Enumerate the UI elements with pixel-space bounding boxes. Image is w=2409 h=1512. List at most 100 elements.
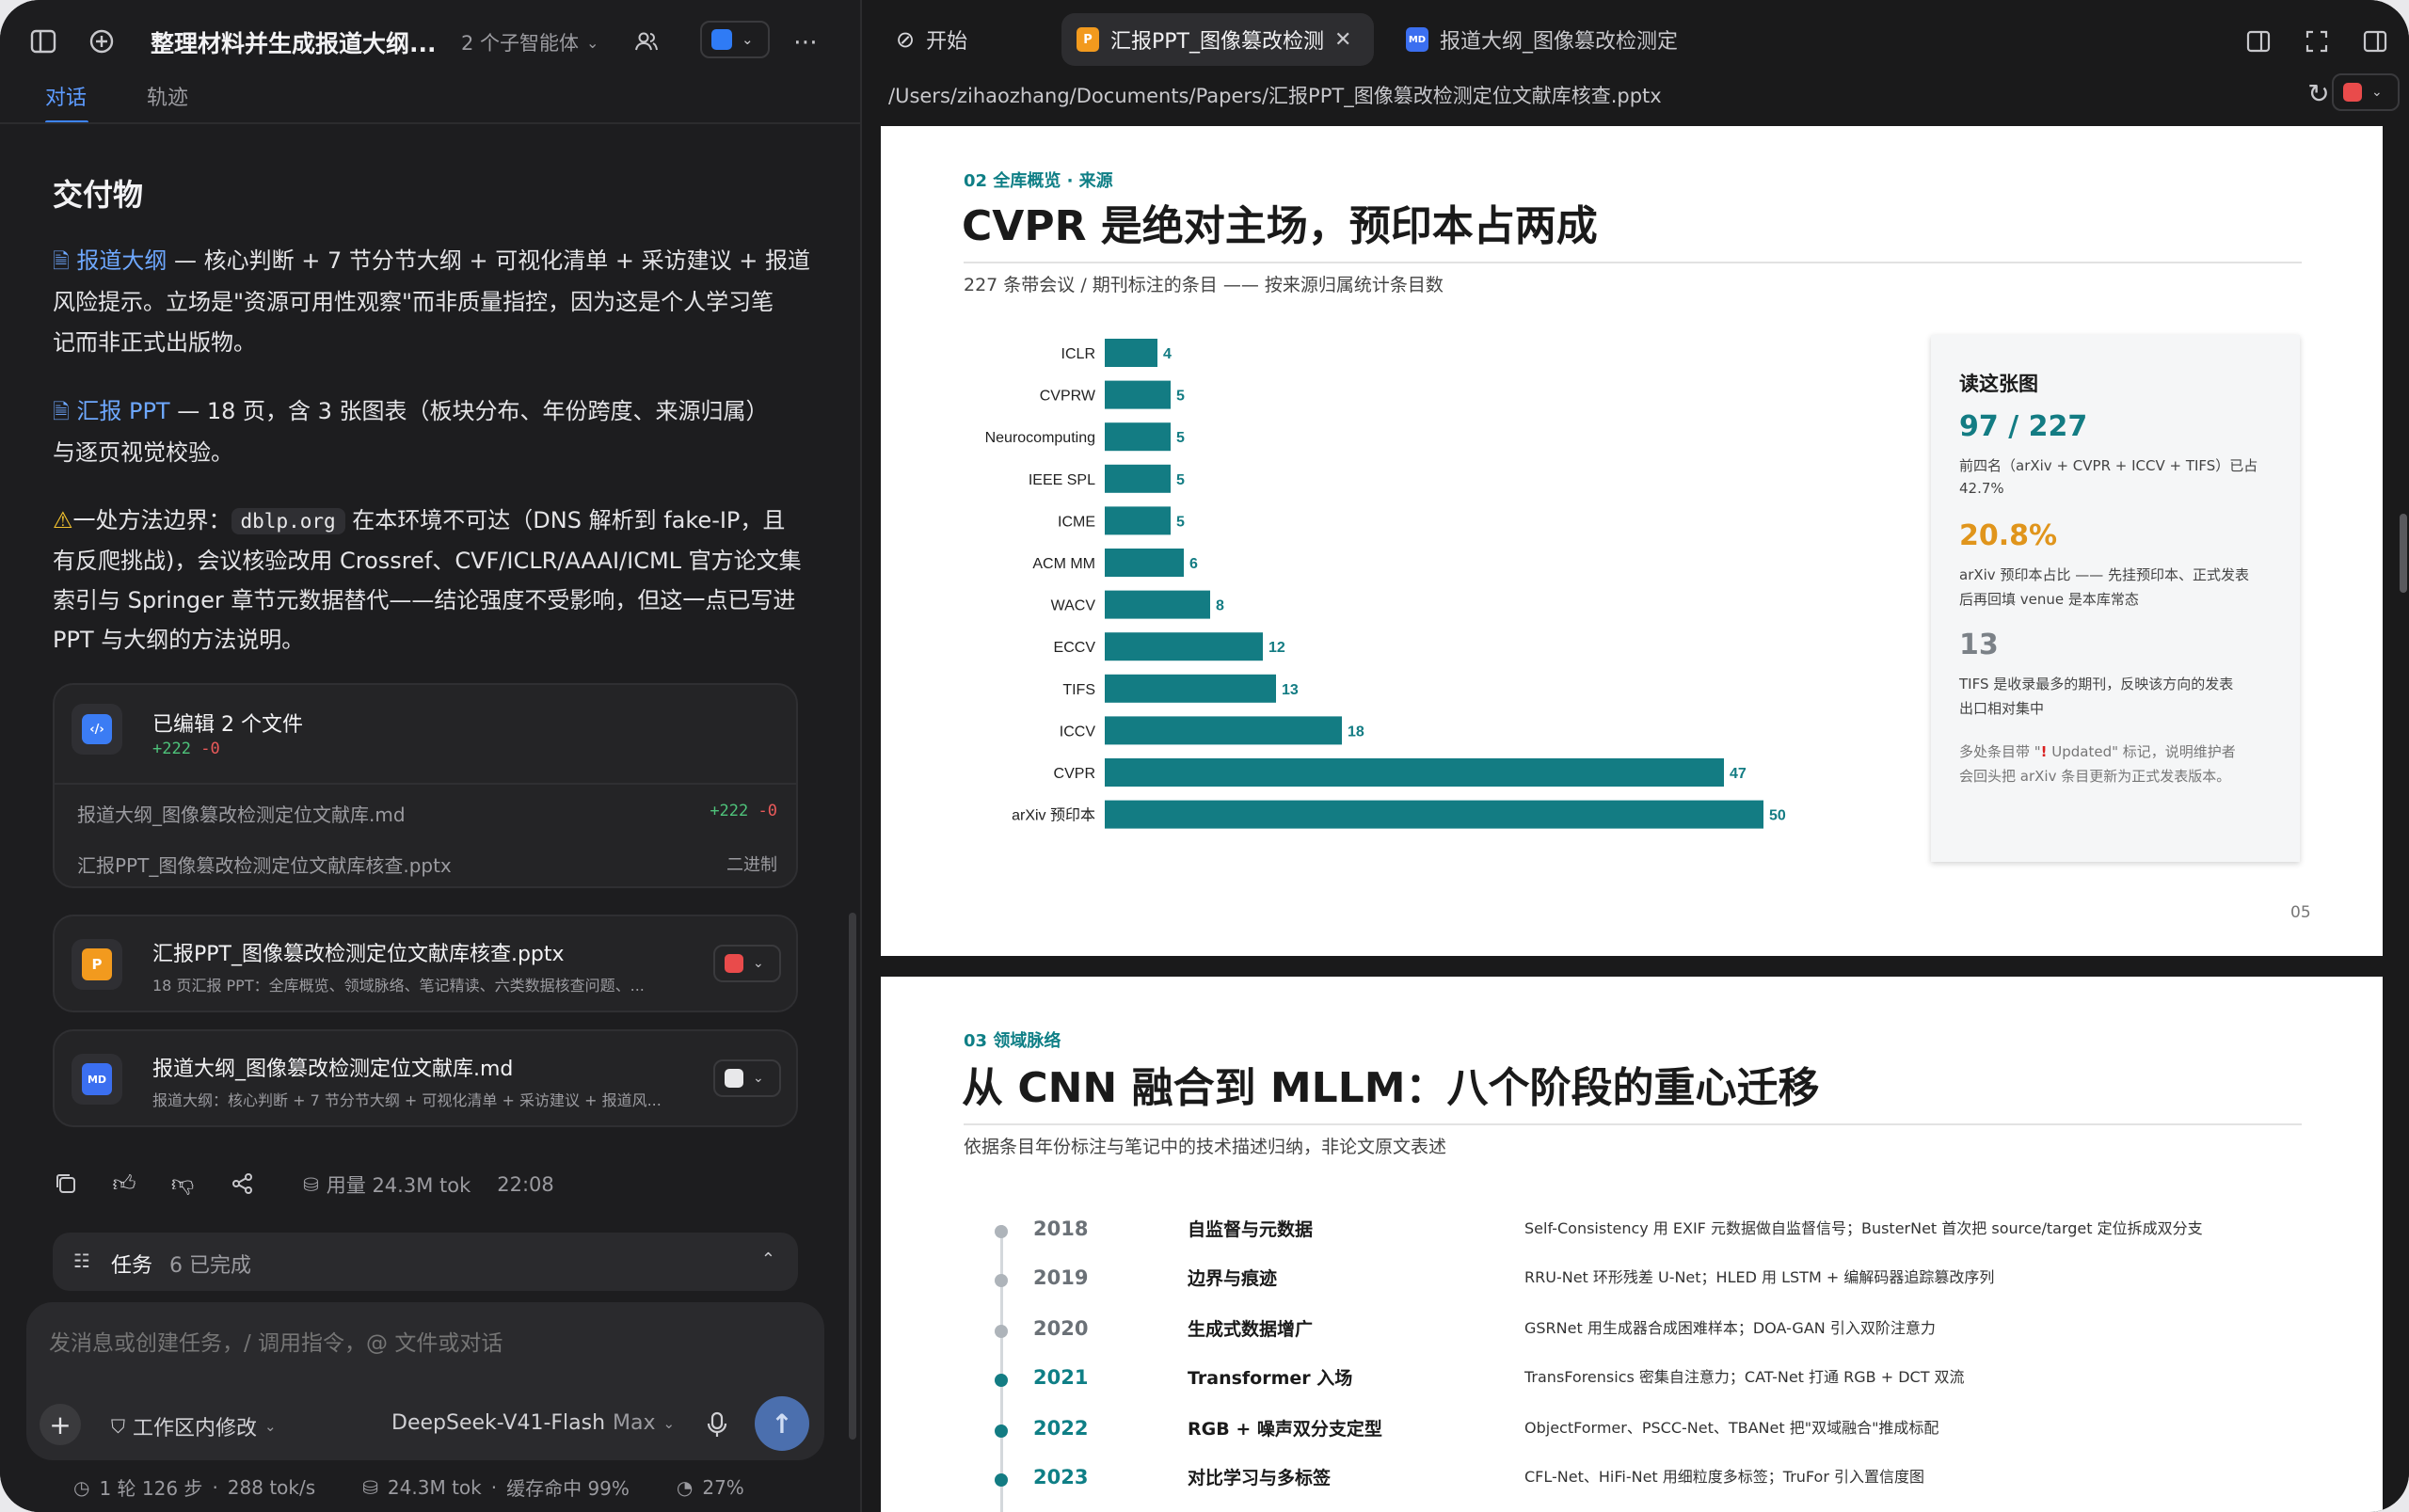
split-view-icon[interactable] — [2241, 24, 2275, 58]
tab-pptx[interactable]: P 汇报PPT_图像篡改检测 ✕ — [1061, 13, 1374, 66]
status-context: 27% — [702, 1475, 744, 1499]
pptx-file-icon: P — [72, 939, 122, 990]
chat-scrollbar[interactable] — [849, 913, 856, 1440]
message-input[interactable] — [49, 1325, 792, 1366]
bar-category-label: CVPR — [1054, 766, 1095, 782]
timeline-desc: CFL-Net、HiFi-Net 用细粒度多标签；TruFor 引入置信度图 — [1524, 1468, 1925, 1486]
outline-desc-3: 记而非正式出版物。 — [53, 329, 256, 356]
bar — [1105, 674, 1276, 703]
timeline-title: 对比学习与多标签 — [1188, 1468, 1332, 1488]
people-icon[interactable] — [630, 25, 662, 57]
tab-start[interactable]: ⊘ 开始 — [896, 24, 967, 55]
updated-note-2: 会回头把 arXiv 条目更新为正式发表版本。 — [1959, 768, 2231, 785]
status-tokens: 24.3M tok — [387, 1475, 482, 1499]
ppt-link[interactable]: 汇报 PPT — [76, 398, 169, 424]
reading-card-heading: 读这张图 — [1959, 373, 2038, 395]
timeline-dot — [995, 1225, 1008, 1238]
timeline-line — [1000, 1225, 1003, 1512]
close-icon[interactable]: ✕ — [1334, 28, 1351, 52]
timeline-desc: GSRNet 用生成器合成困难样本；DOA-GAN 引入双阶注意力 — [1524, 1319, 1936, 1337]
stat-top4-desc-1: 前四名（arXiv + CVPR + ICCV + TIFS）已占 — [1959, 457, 2258, 474]
refresh-icon[interactable]: ↻ — [2302, 77, 2336, 111]
bar — [1105, 758, 1724, 787]
usage-label: 用量 24.3M tok — [326, 1174, 471, 1197]
timeline-year: 2021 — [1033, 1366, 1089, 1389]
md-file-icon: MD — [72, 1054, 122, 1105]
slide-section-label: 02 全库概览 · 来源 — [964, 171, 1113, 191]
file-path: /Users/zihaozhang/Documents/Papers/汇报PPT… — [888, 85, 1662, 107]
edited-files-title: 已编辑 2 个文件 — [152, 713, 303, 737]
usage-time: 22:08 — [497, 1173, 554, 1196]
timeline-desc: Self-Consistency 用 EXIF 元数据做自监督信号；Buster… — [1524, 1219, 2203, 1237]
text-app-icon — [725, 1069, 743, 1088]
mode-dropdown[interactable]: ⛉ 工作区内修改 ⌄ — [111, 1411, 277, 1441]
method-boundary-2: 有反爬挑战)，会议核验改用 Crossref、CVF/ICLR/AAAI/ICM… — [53, 548, 802, 574]
bar — [1105, 464, 1171, 493]
model-dropdown[interactable]: DeepSeek-V41-Flash Max ⌄ — [391, 1411, 675, 1435]
bar-value-label: 50 — [1769, 808, 1786, 824]
sidebar-toggle-icon[interactable] — [26, 24, 60, 58]
more-icon[interactable]: ⋯ — [789, 25, 822, 59]
file-card-pptx[interactable]: P 汇报PPT_图像篡改检测定位文献库核查.pptx 18 页汇报 PPT：全库… — [53, 915, 798, 1012]
bar — [1105, 632, 1263, 661]
title-rule — [964, 262, 2302, 263]
agents-dropdown[interactable]: 2 个子智能体 ⌄ — [461, 28, 598, 56]
slide-06: 03 领域脉络 从 CNN 融合到 MLLM：八个阶段的重心迁移 依据条目年份标… — [881, 977, 2383, 1512]
outline-link[interactable]: 报道大纲 — [76, 247, 167, 274]
title-rule — [964, 1123, 2302, 1125]
tab-trace[interactable]: 轨迹 — [147, 81, 188, 111]
tab-chat[interactable]: 对话 — [45, 81, 88, 124]
chevron-up-icon[interactable]: ⌃ — [761, 1249, 775, 1269]
open-with-button[interactable]: ⌄ — [713, 1059, 781, 1097]
mode-label: 工作区内修改 — [133, 1417, 258, 1440]
bar-category-label: arXiv 预印本 — [1012, 807, 1095, 824]
tab-start-label: 开始 — [926, 30, 968, 54]
edited-file-row[interactable]: 汇报PPT_图像篡改检测定位文献库核查.pptx 二进制 — [77, 851, 777, 879]
doc-icon: 🗎 — [53, 250, 70, 274]
thumbs-up-icon[interactable]: 👍︎ — [107, 1167, 141, 1201]
stat-tifs-desc-1: TIFS 是收录最多的期刊，反映该方向的发表 — [1959, 676, 2234, 692]
stat-top4: 97 / 227 — [1959, 410, 2088, 443]
file-card-md[interactable]: MD 报道大纲_图像篡改检测定位文献库.md 报道大纲：核心判断 + 7 节分节… — [53, 1029, 798, 1127]
timeline-title: RGB + 噪声双分支定型 — [1188, 1419, 1382, 1440]
database-icon: ⛁ — [303, 1173, 319, 1196]
edited-file-row[interactable]: 报道大纲_图像篡改检测定位文献库.md +222 -0 — [77, 800, 777, 828]
model-label: DeepSeek-V41-Flash — [391, 1411, 606, 1435]
open-with-button[interactable]: ⌄ — [713, 945, 781, 982]
slide-subtitle: 依据条目年份标注与笔记中的技术描述归纳，非论文原文表述 — [964, 1137, 1447, 1157]
diff-removed: -0 — [200, 740, 220, 758]
tab-md[interactable]: MD 报道大纲_图像篡改检测定 — [1406, 24, 1684, 55]
updated-mark: ! — [2040, 743, 2048, 760]
slide-page-number: 05 — [2290, 903, 2311, 922]
file-added: +222 — [710, 802, 749, 820]
stat-arxiv-desc-1: arXiv 预印本占比 —— 先挂预印本、正式发表 — [1959, 566, 2249, 583]
warning-icon: ⚠ — [53, 507, 73, 533]
shield-icon: ⛉ — [111, 1415, 125, 1438]
tasks-bar[interactable]: ☷ 任务 6 已完成 ⌃ — [53, 1233, 798, 1291]
copy-icon[interactable] — [49, 1167, 83, 1201]
share-icon[interactable] — [226, 1167, 260, 1201]
timeline-dot — [995, 1424, 1008, 1438]
microphone-icon[interactable] — [700, 1408, 734, 1441]
send-button[interactable]: ↑ — [755, 1396, 809, 1451]
file-card-desc: 18 页汇报 PPT：全库概览、领域脉络、笔记精读、六类数据核查问题、... — [152, 977, 645, 995]
open-with-button[interactable]: ⌄ — [2332, 73, 2400, 111]
bar-category-label: ECCV — [1054, 640, 1096, 656]
new-chat-icon[interactable] — [85, 24, 119, 58]
thumbs-down-icon[interactable]: 👎︎ — [166, 1167, 199, 1201]
fullscreen-icon[interactable] — [2300, 24, 2334, 58]
window-title[interactable]: 整理材料并生成报道大纲... — [151, 25, 437, 59]
app-selector[interactable]: ⌄ — [700, 21, 770, 58]
preview-scrollbar[interactable] — [2400, 514, 2407, 593]
slide-section-label: 03 领域脉络 — [964, 1031, 1061, 1051]
bar-value-label: 5 — [1176, 389, 1185, 405]
outline-desc-1: — 核心判断 + 7 节分节大纲 + 可视化清单 + 采访建议 + 报道 — [167, 247, 810, 274]
timeline-year: 2023 — [1033, 1466, 1089, 1488]
status-cache: 缓存命中 99% — [506, 1477, 630, 1500]
bar — [1105, 506, 1171, 535]
updated-note-1: 多处条目带 "! Updated" 标记，说明维护者 — [1959, 741, 2236, 761]
timeline-dot — [995, 1473, 1008, 1487]
diff-added: +222 — [152, 740, 191, 758]
add-button[interactable]: + — [40, 1404, 81, 1445]
panel-toggle-icon[interactable] — [2358, 24, 2392, 58]
